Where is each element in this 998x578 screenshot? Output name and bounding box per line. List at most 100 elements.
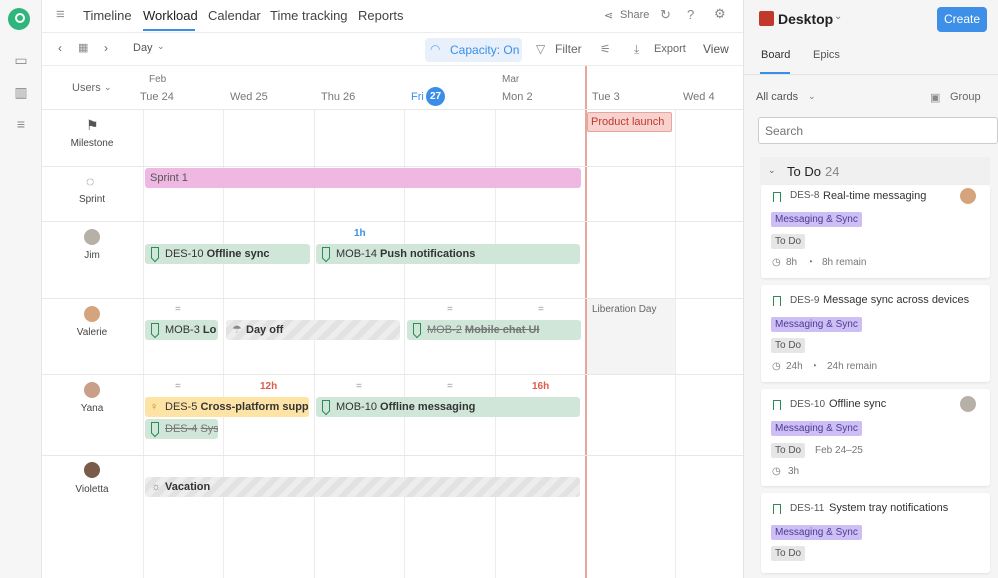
prev-chevron-icon[interactable]: ‹ bbox=[58, 41, 62, 55]
filter-lines-icon[interactable]: ≡ bbox=[12, 116, 30, 132]
project-name[interactable]: Desktop bbox=[778, 11, 833, 27]
task-title: Sys bbox=[200, 423, 218, 435]
avatar[interactable] bbox=[84, 462, 100, 478]
board-card[interactable]: DES-10 Offline sync Messaging & Sync To … bbox=[761, 389, 990, 486]
month-mar: Mar bbox=[502, 74, 520, 85]
bookmark-icon bbox=[773, 296, 781, 306]
tab-time-tracking[interactable]: Time tracking bbox=[270, 8, 348, 23]
collapse-chevron-icon[interactable]: ⌄ bbox=[768, 165, 776, 176]
estimate: 8h bbox=[786, 257, 798, 268]
task-bar[interactable]: MOB-10 Offline messaging bbox=[316, 397, 580, 417]
vacation-bar[interactable]: ☼ Vacation bbox=[145, 477, 580, 497]
capacity-marker: 12h bbox=[260, 381, 278, 392]
card-title: Real-time messaging bbox=[823, 190, 927, 202]
bookmark-icon bbox=[322, 400, 330, 411]
menu-icon[interactable]: ≡ bbox=[56, 6, 65, 23]
board-card[interactable]: DES-8 Real-time messaging Messaging & Sy… bbox=[761, 185, 990, 278]
cards-filter-select[interactable]: All cards bbox=[756, 91, 798, 103]
tab-board[interactable]: Board bbox=[761, 49, 790, 61]
task-title: Offline sync bbox=[206, 248, 270, 260]
project-chevron-icon[interactable]: ⌄ bbox=[834, 11, 842, 22]
chevron-down-icon: ⌄ bbox=[157, 41, 165, 51]
avatar bbox=[960, 188, 976, 204]
milestone-bar[interactable]: Product launch bbox=[587, 112, 672, 132]
columns-icon[interactable]: ▥ bbox=[12, 84, 30, 101]
bookmark-icon bbox=[413, 323, 421, 334]
task-bar[interactable]: MOB-14 Push notifications bbox=[316, 244, 580, 264]
grid-col-line bbox=[675, 109, 676, 578]
tab-epics[interactable]: Epics bbox=[813, 49, 840, 61]
task-key: DES-5 bbox=[165, 401, 198, 413]
avatar[interactable] bbox=[84, 229, 100, 245]
card-key: DES-11 bbox=[790, 503, 825, 514]
sprint-icon: ◌ bbox=[86, 173, 95, 189]
row-label-valerie: Valerie bbox=[76, 327, 108, 338]
share-button[interactable]: Share bbox=[620, 9, 649, 21]
grid-col-line bbox=[143, 109, 144, 578]
group-button[interactable]: Group bbox=[950, 91, 981, 103]
task-title: Mobile chat UI bbox=[464, 324, 540, 336]
sprint-bar[interactable]: Sprint 1 bbox=[145, 168, 581, 188]
export-button[interactable]: Export bbox=[654, 43, 686, 55]
timer-icon: ◷ bbox=[772, 466, 781, 477]
active-tab-underline bbox=[143, 29, 195, 31]
task-key: MOB-14 bbox=[336, 248, 377, 260]
date-range: Feb 24–25 bbox=[815, 445, 863, 456]
epic-tag: Messaging & Sync bbox=[771, 212, 862, 227]
grid-row-line bbox=[42, 166, 743, 167]
clock-icon: ◷ bbox=[772, 361, 781, 372]
grid-row-line bbox=[42, 455, 743, 456]
card-title: System tray notifications bbox=[829, 502, 949, 514]
users-select[interactable]: Users bbox=[72, 82, 101, 94]
bookmark-icon bbox=[151, 422, 159, 433]
board-card[interactable]: DES-9 Message sync across devices Messag… bbox=[761, 285, 990, 382]
filter-icon[interactable]: ▽ bbox=[536, 42, 545, 56]
task-bar[interactable]: DES-10 Offline sync bbox=[145, 244, 310, 264]
users-chevron-icon: ⌄ bbox=[104, 82, 112, 92]
row-label-violetta: Violetta bbox=[75, 484, 109, 495]
remaining-clock-icon: ◔ bbox=[811, 361, 818, 372]
dayoff-label: Day off bbox=[246, 324, 284, 336]
column-title: To Do bbox=[787, 164, 821, 179]
tab-timeline[interactable]: Timeline bbox=[83, 8, 132, 23]
task-title: Push notifications bbox=[380, 248, 476, 260]
dayoff-bar[interactable]: ☂ Day off bbox=[226, 320, 400, 340]
day-tue-3: Tue 3 bbox=[592, 91, 620, 103]
search-input[interactable] bbox=[758, 117, 998, 144]
export-icon[interactable]: ⤓ bbox=[634, 42, 639, 57]
bookmark-icon bbox=[773, 504, 781, 514]
zoom-select[interactable]: Day bbox=[133, 42, 153, 54]
share-icon[interactable]: ⋖ bbox=[604, 9, 613, 22]
project-icon bbox=[759, 11, 774, 26]
help-icon[interactable]: ? bbox=[687, 7, 694, 22]
tab-workload[interactable]: Workload bbox=[143, 8, 198, 23]
row-label-jim: Jim bbox=[84, 250, 100, 261]
task-bar[interactable]: MOB-3 Lo bbox=[145, 320, 218, 340]
folder-icon[interactable]: ▭ bbox=[12, 52, 30, 69]
remaining-clock-icon: ◔ bbox=[807, 257, 814, 268]
task-key: MOB-2 bbox=[427, 324, 462, 336]
tab-calendar[interactable]: Calendar bbox=[208, 8, 261, 23]
calendar-icon[interactable]: ▦ bbox=[78, 41, 88, 54]
gauge-icon: ◠ bbox=[430, 42, 441, 56]
estimate: 24h bbox=[786, 361, 803, 372]
group-icon[interactable]: ▣ bbox=[930, 91, 940, 104]
view-button[interactable]: View bbox=[703, 42, 729, 56]
next-chevron-icon[interactable]: › bbox=[104, 41, 108, 55]
tab-reports[interactable]: Reports bbox=[358, 8, 404, 23]
avatar[interactable] bbox=[84, 382, 100, 398]
task-bar[interactable]: MOB-2 Mobile chat UI bbox=[407, 320, 581, 340]
filter-button[interactable]: Filter bbox=[555, 42, 582, 56]
bookmark-icon bbox=[151, 323, 159, 334]
task-title: Offline messaging bbox=[380, 401, 476, 413]
settings-gear-icon[interactable]: ⚙ bbox=[714, 6, 726, 22]
create-button[interactable]: Create bbox=[937, 7, 987, 32]
app-logo-icon[interactable] bbox=[8, 8, 30, 30]
refresh-icon[interactable]: ↻ bbox=[660, 7, 671, 23]
task-bar[interactable]: DES-4 Sys bbox=[145, 419, 218, 439]
board-card[interactable]: DES-11 System tray notifications Messagi… bbox=[761, 493, 990, 573]
sliders-icon[interactable]: ⚟ bbox=[600, 42, 611, 56]
task-bar[interactable]: ♀ DES-5 Cross-platform suppo bbox=[145, 397, 309, 417]
avatar[interactable] bbox=[84, 306, 100, 322]
holiday-label: Liberation Day bbox=[592, 304, 657, 315]
